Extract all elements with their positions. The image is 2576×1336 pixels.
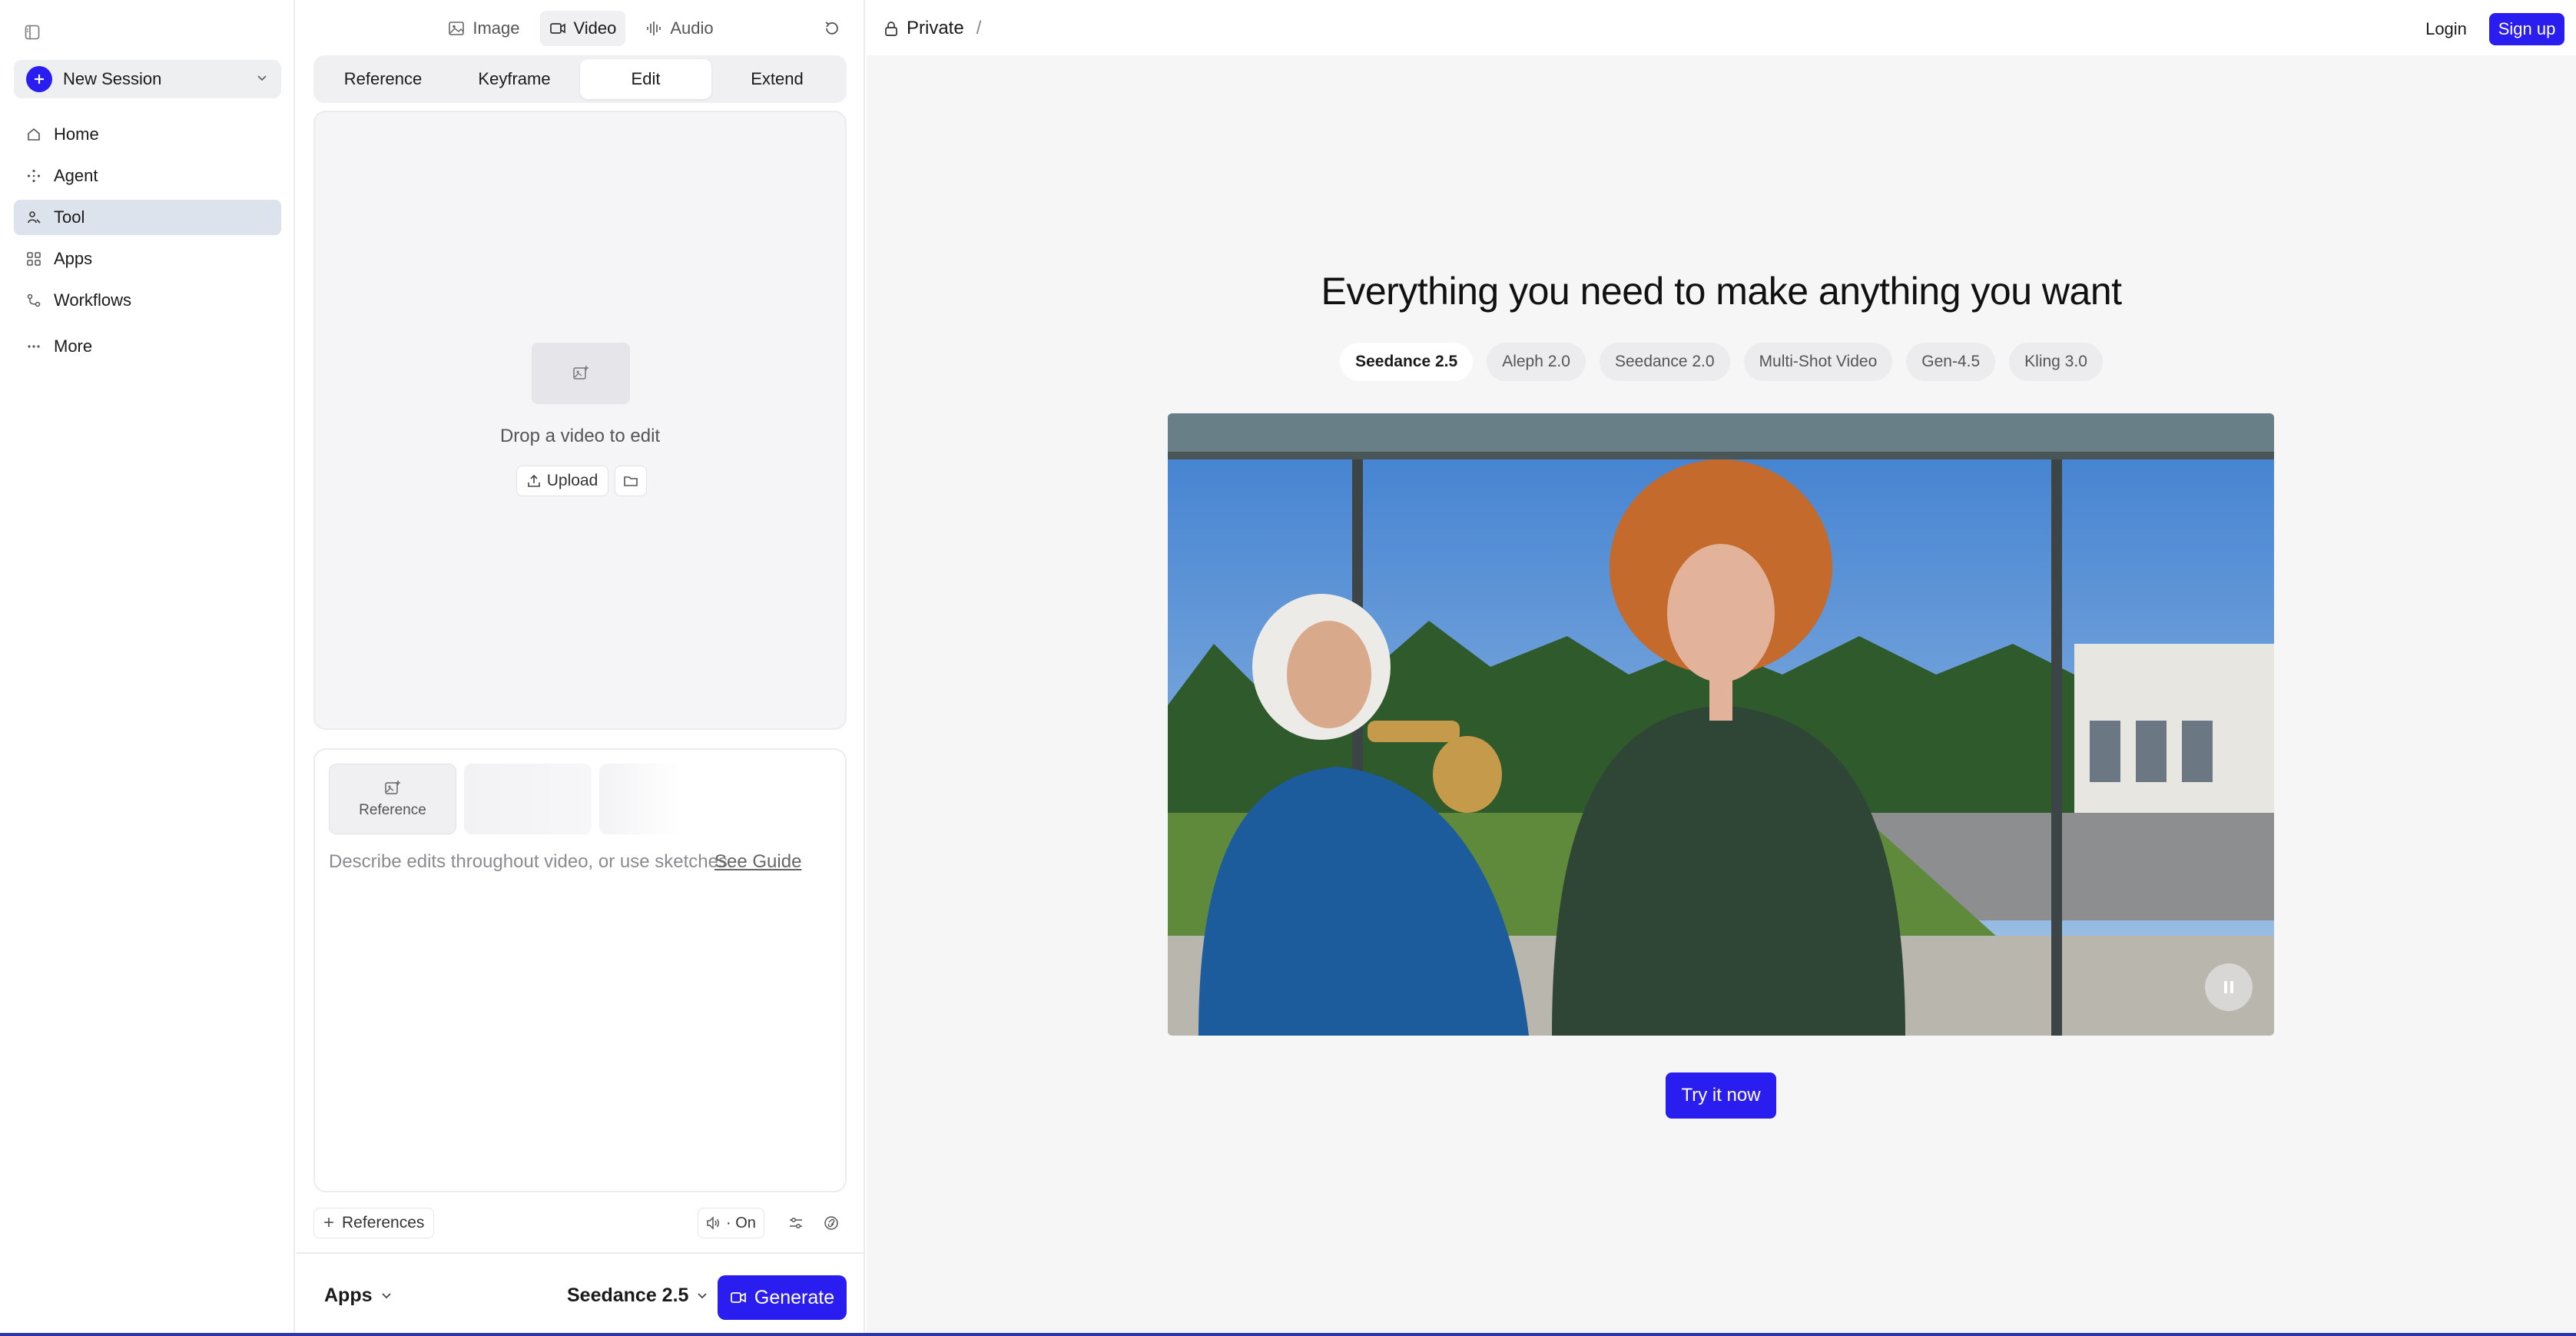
sidebar-item-home[interactable]: Home [14,117,281,152]
sliders-icon[interactable] [781,1208,811,1238]
plus-icon [26,66,52,92]
sidebar-item-label: More [54,336,93,356]
tab-audio[interactable]: Audio [636,11,722,46]
tab-label: Video [573,18,617,38]
plus-icon: + [323,1212,335,1233]
tab-keyframe[interactable]: Keyframe [449,59,580,99]
lock-icon [884,20,899,37]
video-player[interactable] [1168,413,2274,1036]
references-label: References [342,1214,425,1232]
model-pill[interactable]: Kling 3.0 [2009,343,2103,381]
model-dropdown[interactable]: Seedance 2.5 [567,1278,708,1312]
top-bar: Private / Login Sign up [867,0,2576,55]
generate-label: Generate [754,1286,835,1308]
reset-icon[interactable] [821,17,844,40]
tab-label: Image [472,18,520,38]
drop-zone-text: Drop a video to edit [499,426,661,446]
sidebar-item-more[interactable]: More [14,329,281,364]
audio-wave-icon [645,20,662,37]
reference-card[interactable]: Reference [329,764,456,834]
sidebar-item-label: Home [54,124,99,144]
bottom-bar: Apps Seedance 2.5 Generate [297,1252,865,1336]
tab-extend[interactable]: Extend [711,59,843,99]
folder-icon[interactable] [615,466,647,496]
video-drop-zone[interactable]: Drop a video to edit Upload [313,111,847,730]
upload-button[interactable]: Upload [516,466,608,496]
workflows-icon [25,291,43,310]
sidebar-item-label: Tool [54,207,85,227]
link-icon[interactable] [816,1208,847,1238]
model-pill[interactable]: Aleph 2.0 [1487,343,1586,381]
sidebar-item-apps[interactable]: Apps [14,241,281,277]
signup-button[interactable]: Sign up [2489,13,2564,45]
sidebar-item-agent[interactable]: Agent [14,158,281,194]
more-dots-icon [25,337,43,356]
try-it-now-button[interactable]: Try it now [1666,1072,1776,1119]
upload-icon [527,474,541,488]
media-type-tabs: Image Video Audio [297,11,865,46]
tab-edit[interactable]: Edit [580,59,711,99]
audio-toggle[interactable]: · On [698,1208,764,1238]
hero-title: Everything you need to make anything you… [1321,270,2122,313]
model-pill[interactable]: Multi-Shot Video [1743,343,1893,381]
new-session-label: New Session [63,69,162,88]
model-pill[interactable]: Gen-4.5 [1906,343,1996,381]
login-button[interactable]: Login [2419,14,2474,45]
agent-icon [25,167,43,185]
tab-reference[interactable]: Reference [317,59,449,99]
apps-grid-icon [25,250,43,268]
generate-button[interactable]: Generate [718,1275,847,1320]
sidebar-item-tool[interactable]: Tool [14,200,281,235]
reference-slot[interactable] [464,764,592,834]
reference-card-label: Reference [359,802,426,818]
see-guide-link[interactable]: See Guide [714,851,801,873]
model-pill[interactable]: Seedance 2.5 [1340,343,1474,381]
mode-tabs: Reference Keyframe Edit Extend [313,55,847,103]
sidebar-item-label: Apps [54,249,93,268]
apps-dropdown-label: Apps [324,1284,373,1306]
image-icon [448,20,465,37]
tab-label: Audio [670,18,714,38]
video-frame-illustration [1168,413,2274,1036]
model-pill[interactable]: Seedance 2.0 [1599,343,1730,381]
upload-label: Upload [546,472,598,489]
home-icon [25,125,43,144]
audio-toggle-label: · On [726,1214,756,1232]
window-bottom-edge [0,1333,2576,1336]
new-session-button[interactable]: New Session [14,60,281,98]
tab-video[interactable]: Video [539,11,626,46]
video-camera-icon [730,1290,747,1305]
chevron-down-icon [255,71,269,88]
tool-icon [25,208,43,227]
breadcrumb-separator: / [976,18,982,38]
reference-slot[interactable] [599,764,681,834]
sidebar-toggle-icon[interactable] [22,22,43,43]
prompt-placeholder: Describe edits throughout video, or use … [329,851,733,872]
apps-dropdown[interactable]: Apps [324,1278,393,1312]
prompt-box[interactable]: Reference Describe edits throughout vide… [313,748,847,1192]
pause-icon[interactable] [2205,963,2253,1011]
tool-panel: Image Video Audio Reference Keyframe Edi… [297,0,865,1336]
tab-image[interactable]: Image [439,11,529,46]
chevron-down-icon [696,1289,708,1301]
prompt-toolbar: + References · On [313,1208,847,1238]
model-pills: Seedance 2.5 Aleph 2.0 Seedance 2.0 Mult… [867,343,2576,381]
breadcrumb-label: Private [907,18,964,38]
add-references-button[interactable]: + References [313,1208,435,1238]
sidebar-item-label: Agent [54,166,98,185]
add-image-icon [532,343,630,404]
sidebar-item-workflows[interactable]: Workflows [14,283,281,318]
sidebar: New Session Home Agent Tool Apps Workflo… [0,0,295,1336]
sidebar-item-label: Workflows [54,290,132,310]
model-dropdown-label: Seedance 2.5 [567,1284,689,1306]
chevron-down-icon [380,1289,393,1301]
main-area: Private / Login Sign up Everything you n… [867,0,2576,1336]
breadcrumb[interactable]: Private / [884,15,981,41]
video-camera-icon [549,20,566,37]
speaker-icon [706,1216,721,1230]
add-image-icon [383,779,402,797]
